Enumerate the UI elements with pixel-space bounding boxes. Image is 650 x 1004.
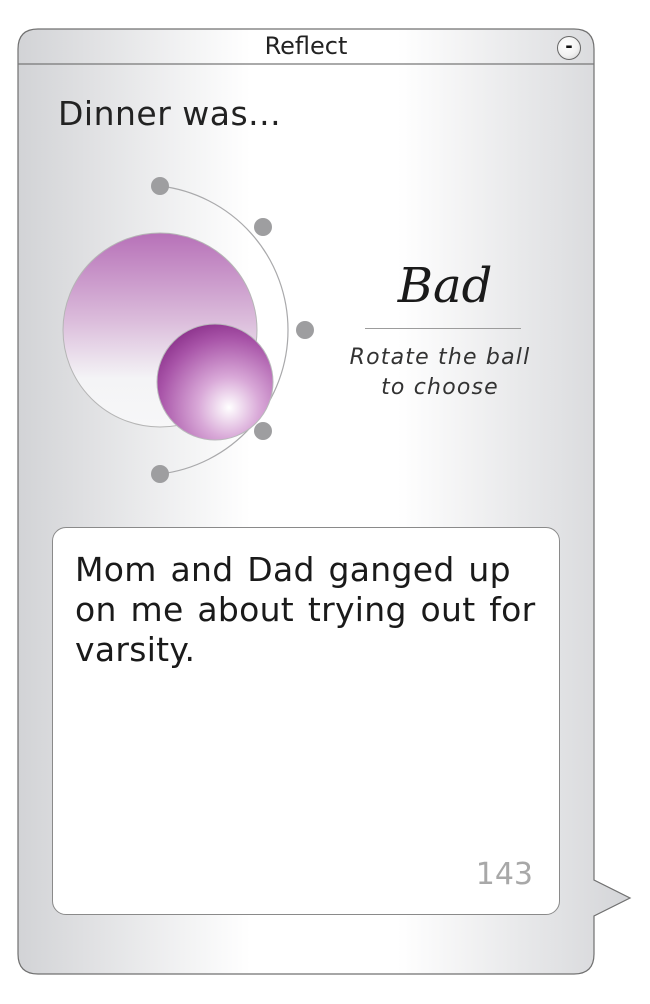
reflect-widget: Reflect - Dinner was... Bad Rotate the b… [0,0,650,1004]
mood-option-dot-3[interactable] [296,321,314,339]
character-count: 143 [475,857,533,892]
reflection-text-area[interactable]: Mom and Dad ganged up on me about trying… [52,527,560,915]
mood-hint-line-1: Rotate the ball [349,345,531,370]
reflection-text: Mom and Dad ganged up on me about trying… [75,550,536,669]
mood-option-dot-2[interactable] [254,218,272,236]
mood-option-dot-1[interactable] [151,177,169,195]
mood-option-dot-5[interactable] [151,465,169,483]
question-prompt: Dinner was... [58,94,282,133]
mood-option-dot-4[interactable] [254,422,272,440]
mood-selector-ball[interactable] [156,323,274,441]
mood-hint-line-2: to choose [381,375,499,400]
minimize-button[interactable]: - [557,36,581,60]
mood-hint: Rotate the ball to choose [340,343,540,403]
selected-mood-label: Bad [397,258,493,314]
window-title: Reflect [264,32,348,60]
mood-divider [365,328,521,329]
